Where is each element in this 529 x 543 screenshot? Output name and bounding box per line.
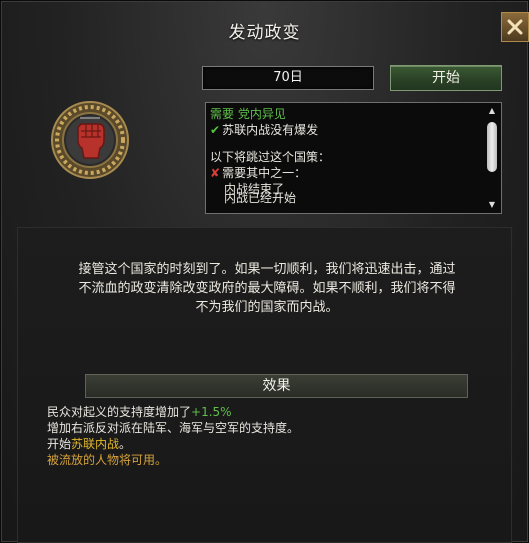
close-icon: [507, 19, 523, 35]
effects-header[interactable]: 效果: [85, 374, 468, 398]
requirement-item: ✔ 苏联内战没有爆发: [210, 123, 319, 137]
raised-fist-icon: [51, 101, 129, 179]
effect-line: 民众对起义的支持度增加了+1.5%: [47, 405, 232, 419]
cross-icon: ✘: [210, 166, 221, 180]
focus-details-panel: 接管这个国家的时刻到了。如果一切顺利，我们将迅速出击，通过 不流血的政变清除改变…: [17, 227, 512, 543]
scroll-up-icon[interactable]: ▲: [486, 106, 498, 116]
scroll-thumb[interactable]: [487, 122, 497, 172]
effect-line: 增加右派反对派在陆军、海军与空军的支持度。: [47, 421, 300, 435]
start-button[interactable]: 开始: [390, 65, 502, 91]
civil-war-link[interactable]: 苏联内战: [71, 437, 119, 451]
scroll-down-icon[interactable]: ▼: [486, 200, 498, 210]
checkmark-icon: ✔: [210, 123, 221, 137]
effect-line: 被流放的人物将可用。: [47, 453, 168, 467]
focus-description: 接管这个国家的时刻到了。如果一切顺利，我们将迅速出击，通过 不流血的政变清除改变…: [78, 262, 456, 315]
requirement-header: 需要 党内异见: [210, 107, 286, 121]
effect-line: 开始苏联内战。: [47, 437, 132, 451]
duration-display: 70日: [202, 66, 374, 90]
window-title: 发动政变: [228, 23, 301, 43]
requirements-scrollbar[interactable]: ▲ ▼: [486, 106, 498, 210]
bypass-condition: ✘ 需要其中之一：: [210, 166, 307, 180]
requirements-panel[interactable]: 需要 党内异见 ✔ 苏联内战没有爆发 以下将跳过这个国策： ✘ 需要其中之一： 内战…: [205, 102, 502, 214]
bypass-item: 内战已经开始: [224, 191, 297, 205]
focus-window: 发动政变 70日 开始 需要 党内异见 ✔ 苏联内战没有爆发 以下将跳过这个国策：: [0, 0, 529, 543]
requirements-content: 需要 党内异见 ✔ 苏联内战没有爆发 以下将跳过这个国策： ✘ 需要其中之一： 内战…: [210, 106, 485, 206]
close-button[interactable]: [501, 12, 529, 42]
focus-emblem: [50, 100, 130, 180]
effects-list: 民众对起义的支持度增加了+1.5% 增加右派反对派在陆军、海军与空军的支持度。 …: [47, 404, 487, 468]
bypass-header: 以下将跳过这个国策：: [210, 150, 331, 164]
